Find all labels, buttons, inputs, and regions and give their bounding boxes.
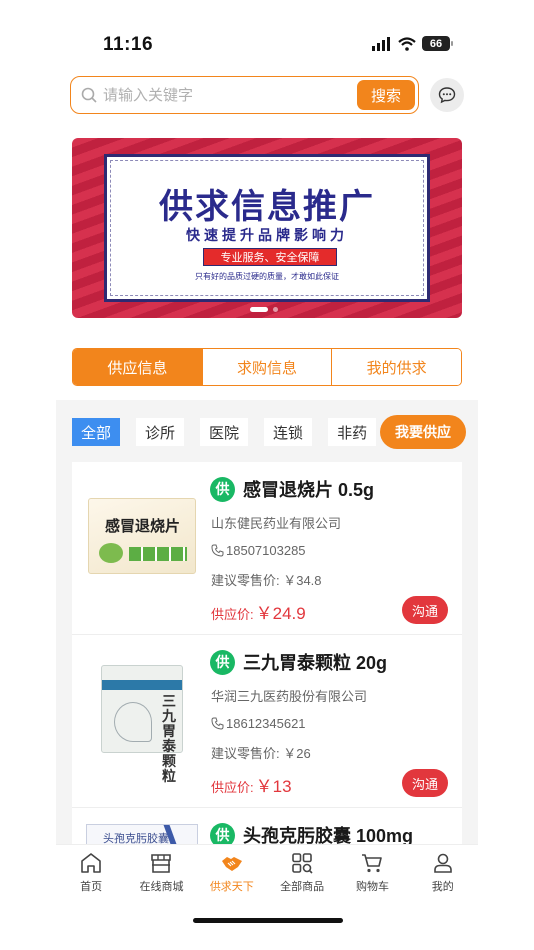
cart-icon (362, 854, 383, 873)
nav-label: 我的 (431, 881, 454, 893)
chat-bubble-icon (438, 87, 456, 104)
search-icon (81, 87, 97, 103)
contact-button[interactable]: 沟通 (402, 596, 448, 624)
handshake-icon (221, 857, 242, 871)
nav-label: 首页 (80, 881, 103, 893)
product-card[interactable]: 三九胃泰颗粒 供 三九胃泰颗粒 20g 华润三九医药股份有限公司 1861234… (72, 635, 462, 808)
nav-all-products[interactable]: 全部商品 (267, 845, 337, 900)
tab-supply-info[interactable]: 供应信息 (73, 349, 202, 385)
signal-icon (372, 36, 390, 51)
nav-label: 全部商品 (280, 881, 325, 893)
phone-number: 18612345621 (226, 716, 306, 731)
supply-price-value: ￥24.9 (255, 604, 306, 623)
search-button[interactable]: 搜索 (357, 80, 415, 110)
store-icon (151, 854, 172, 873)
supply-price-value: ￥13 (255, 777, 292, 796)
nav-label: 供求天下 (209, 881, 254, 893)
search-input[interactable] (103, 86, 343, 104)
product-company: 华润三九医药股份有限公司 (211, 689, 368, 704)
supply-price-label: 供应价: (211, 780, 254, 795)
status-bar: 11:16 66 (0, 0, 534, 70)
supply-price-row: 供应价: ￥13 (211, 772, 292, 797)
product-list: 感冒退烧片 供 感冒退烧片 0.5g 山东健民药业有限公司 1850710328… (72, 462, 462, 844)
home-icon (81, 853, 101, 873)
product-image: 三九胃泰颗粒 (86, 665, 198, 784)
product-name: 感冒退烧片 0.5g (243, 480, 375, 500)
retail-price: 建议零售价: ￥26 (211, 746, 311, 761)
banner-pill: 专业服务、安全保障 (203, 248, 337, 266)
product-card[interactable]: 头孢克肟胶囊 供 头孢克肟胶囊 100mg (72, 808, 462, 844)
filter-bar: 全部 诊所 医院 连锁 非药 我要供应 (72, 415, 466, 449)
banner-card: 供求信息推广 快速提升品牌影响力 专业服务、安全保障 只有好的品质过硬的质量，才… (104, 154, 430, 302)
supply-tag: 供 (210, 822, 235, 844)
nav-online-store[interactable]: 在线商城 (126, 845, 196, 900)
phone-icon (211, 717, 224, 730)
filter-chip-hospital[interactable]: 医院 (200, 418, 249, 446)
box-seal (99, 543, 123, 563)
product-name: 头孢克肟胶囊 100mg (243, 826, 414, 844)
tab-my-supply[interactable]: 我的供求 (331, 349, 461, 385)
retail-price: 建议零售价: ￥34.8 (211, 573, 322, 588)
filter-chip-chain[interactable]: 连锁 (264, 418, 313, 446)
filter-chip-all[interactable]: 全部 (72, 418, 121, 446)
banner-title: 供求信息推广 (159, 188, 375, 226)
product-title-row: 供 感冒退烧片 0.5g (210, 476, 374, 502)
supply-tag: 供 (210, 649, 235, 675)
nav-supply-demand[interactable]: 供求天下 (197, 845, 267, 900)
want-to-supply-button[interactable]: 我要供应 (380, 415, 466, 449)
nav-label: 在线商城 (139, 881, 184, 893)
filter-chip-clinic[interactable]: 诊所 (136, 418, 185, 446)
box-stripe (102, 680, 182, 690)
supply-price-label: 供应价: (211, 607, 254, 622)
product-name: 三九胃泰颗粒 20g (243, 653, 388, 673)
product-image: 头孢克肟胶囊 (86, 824, 198, 844)
grid-icon (292, 853, 313, 874)
message-button[interactable] (430, 78, 464, 112)
product-image: 感冒退烧片 (86, 494, 198, 578)
wifi-icon (398, 36, 416, 51)
carousel-dots (250, 307, 278, 312)
product-phone[interactable]: 18612345621 (211, 716, 306, 731)
medicine-box-image: 三九胃泰颗粒 (101, 665, 183, 784)
supply-tag: 供 (210, 476, 235, 502)
contact-button[interactable]: 沟通 (402, 769, 448, 797)
box-plant-illustration (114, 702, 152, 742)
search-row: 搜索 (70, 76, 464, 114)
phone-number: 18507103285 (226, 543, 306, 558)
nav-profile[interactable]: 我的 (408, 845, 478, 900)
info-tabs: 供应信息 求购信息 我的供求 (72, 348, 462, 386)
box-stripes (129, 547, 187, 561)
status-icons: 66 (372, 36, 453, 51)
product-title-row: 供 头孢克肟胶囊 100mg (210, 822, 413, 844)
search-box[interactable]: 搜索 (70, 76, 419, 114)
product-card[interactable]: 感冒退烧片 供 感冒退烧片 0.5g 山东健民药业有限公司 1850710328… (72, 462, 462, 635)
medicine-box-image: 感冒退烧片 (88, 498, 196, 574)
banner-note: 只有好的品质过硬的质量，才敢如此保证 (195, 272, 339, 281)
filter-chip-non-drug[interactable]: 非药 (328, 418, 377, 446)
home-indicator (193, 918, 343, 923)
product-phone[interactable]: 18507103285 (211, 543, 306, 558)
carousel-dot (273, 307, 278, 312)
phone-icon (211, 544, 224, 557)
promo-banner[interactable]: 供求信息推广 快速提升品牌影响力 专业服务、安全保障 只有好的品质过硬的质量，才… (72, 138, 462, 318)
nav-label: 购物车 (355, 881, 389, 893)
box-label: 感冒退烧片 (105, 518, 181, 535)
user-icon (433, 853, 452, 873)
nav-cart[interactable]: 购物车 (337, 845, 407, 900)
battery-icon: 66 (422, 36, 453, 51)
tab-purchase-info[interactable]: 求购信息 (201, 349, 332, 385)
box-label: 三九胃泰颗粒 (162, 693, 176, 784)
status-time: 11:16 (103, 34, 154, 55)
medicine-box-image: 头孢克肟胶囊 (86, 824, 198, 844)
banner-subtitle: 快速提升品牌影响力 (186, 227, 348, 243)
product-company: 山东健民药业有限公司 (211, 516, 342, 531)
product-title-row: 供 三九胃泰颗粒 20g (210, 649, 387, 675)
box-label: 头孢克肟胶囊 (103, 833, 169, 844)
bottom-nav: 首页 在线商城 供求天下 全部商品 购物车 我的 (56, 844, 478, 900)
supply-price-row: 供应价: ￥24.9 (211, 599, 306, 624)
carousel-dot-active (250, 307, 268, 312)
nav-home[interactable]: 首页 (56, 845, 126, 900)
